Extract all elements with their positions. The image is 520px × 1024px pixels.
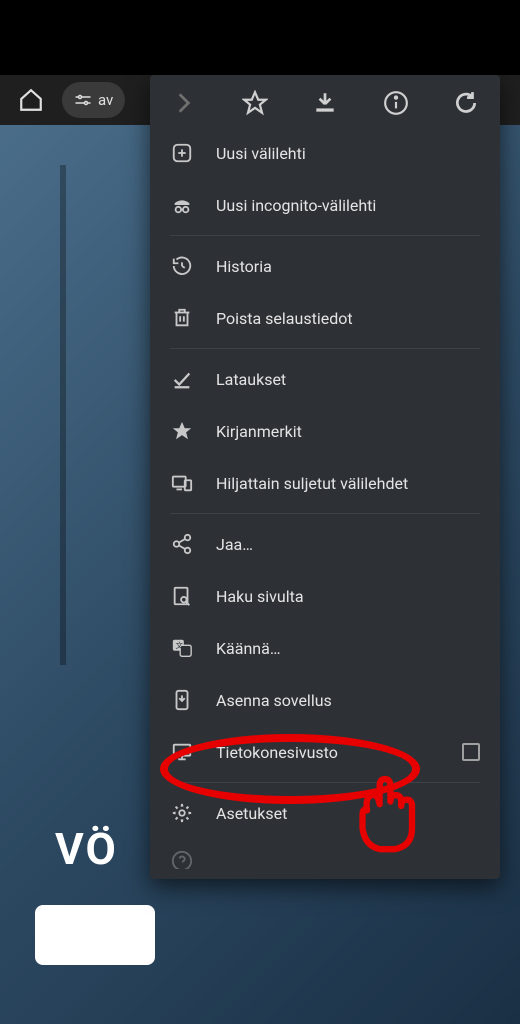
menu-item-label: Poista selaustiedot (216, 309, 480, 328)
star-icon[interactable] (241, 89, 269, 117)
desktop-icon (170, 740, 194, 764)
menu-item-install-app[interactable]: Asenna sovellus (150, 674, 500, 726)
star-filled-icon (170, 419, 194, 443)
menu-toolbar (150, 75, 500, 127)
install-icon (170, 688, 194, 712)
info-icon[interactable] (382, 89, 410, 117)
menu-divider (170, 348, 480, 349)
url-text: av (98, 91, 113, 109)
url-bar[interactable]: av (62, 82, 125, 118)
menu-item-translate[interactable]: 文 Käännä… (150, 622, 500, 674)
reload-icon[interactable] (452, 89, 480, 117)
desktop-site-checkbox[interactable] (462, 743, 480, 761)
menu-item-incognito[interactable]: Uusi incognito-välilehti (150, 179, 500, 231)
share-icon (170, 532, 194, 556)
history-icon (170, 254, 194, 278)
download-check-icon (170, 367, 194, 391)
menu-item-share[interactable]: Jaa… (150, 518, 500, 570)
menu-item-history[interactable]: Historia (150, 240, 500, 292)
browser-menu: Uusi välilehti Uusi incognito-välilehti … (150, 75, 500, 879)
menu-item-label: Asetukset (216, 804, 480, 823)
tune-icon (74, 91, 92, 109)
menu-item-label: Tietokonesivusto (216, 743, 440, 762)
page-title: VÖ (55, 823, 118, 875)
menu-item-label: Jaa… (216, 535, 480, 554)
menu-item-label: Lataukset (216, 370, 480, 389)
page-button-fragment (35, 905, 155, 965)
menu-item-recent-tabs[interactable]: Hiljattain suljetut välilehdet (150, 457, 500, 509)
devices-icon (170, 471, 194, 495)
menu-divider (170, 513, 480, 514)
svg-text:文: 文 (176, 641, 184, 650)
menu-item-label: Kirjanmerkit (216, 422, 480, 441)
menu-item-clear-data[interactable]: Poista selaustiedot (150, 292, 500, 344)
menu-item-new-tab[interactable]: Uusi välilehti (150, 127, 500, 179)
menu-item-label: Uusi välilehti (216, 144, 480, 163)
menu-item-downloads[interactable]: Lataukset (150, 353, 500, 405)
menu-item-settings[interactable]: Asetukset (150, 787, 500, 839)
find-page-icon (170, 584, 194, 608)
menu-item-label: Käännä… (216, 639, 480, 658)
menu-item-bookmarks[interactable]: Kirjanmerkit (150, 405, 500, 457)
menu-item-label: Historia (216, 257, 480, 276)
menu-item-find[interactable]: Haku sivulta (150, 570, 500, 622)
forward-icon[interactable] (170, 89, 198, 117)
download-icon[interactable] (311, 89, 339, 117)
menu-divider (170, 235, 480, 236)
menu-item-label: Haku sivulta (216, 587, 480, 606)
menu-divider (170, 782, 480, 783)
plus-box-icon (170, 141, 194, 165)
home-icon[interactable] (18, 87, 44, 113)
menu-item-label: Asenna sovellus (216, 691, 480, 710)
menu-item-desktop-site[interactable]: Tietokonesivusto (150, 726, 500, 778)
menu-item-label: Hiljattain suljetut välilehdet (216, 474, 480, 493)
translate-icon: 文 (170, 636, 194, 660)
menu-item-label: Uusi incognito-välilehti (216, 196, 480, 215)
trash-icon (170, 306, 194, 330)
gear-icon (170, 801, 194, 825)
menu-item-help-cutoff (150, 839, 500, 869)
incognito-icon (170, 193, 194, 217)
help-icon (170, 849, 194, 869)
